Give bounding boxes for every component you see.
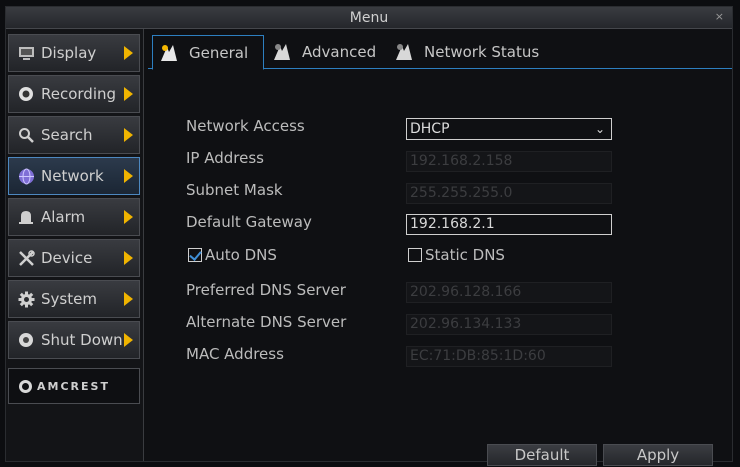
sidebar-item-label: Network	[41, 167, 104, 185]
tab-general-icon	[159, 43, 179, 63]
logo-ring-icon	[19, 379, 32, 393]
mac-address-label: MAC Address	[186, 345, 284, 363]
chevron-right-icon	[124, 210, 133, 224]
chevron-down-icon: ⌄	[594, 122, 605, 136]
title-bar: Menu ×	[6, 7, 732, 29]
sidebar-item-search[interactable]: Search	[8, 116, 140, 154]
tab-bar: General Advanced Network Status	[148, 31, 732, 70]
tab-label: Advanced	[302, 43, 377, 61]
tab-label: Network Status	[424, 43, 540, 61]
tab-general[interactable]: General	[152, 35, 264, 70]
default-gateway-field[interactable]: 192.168.2.1	[406, 214, 612, 235]
sidebar-item-label: Recording	[41, 85, 117, 103]
tab-network-status[interactable]: Network Status	[388, 35, 547, 69]
sidebar-item-alarm[interactable]: Alarm	[8, 198, 140, 236]
chevron-right-icon	[124, 333, 133, 347]
static-dns-label: Static DNS	[425, 246, 505, 264]
display-icon	[17, 44, 35, 62]
sidebar: Display Recording Search Network Alarm D…	[6, 29, 144, 461]
chevron-right-icon	[124, 46, 133, 60]
auto-dns-checkbox[interactable]: Auto DNS	[188, 246, 277, 264]
subnet-mask-field: 255.255.255.0	[406, 183, 612, 204]
device-icon	[17, 249, 35, 267]
brand-logo: AMCREST	[8, 368, 140, 404]
tab-advanced-icon	[272, 42, 292, 62]
chevron-right-icon	[124, 128, 133, 142]
menu-window: Menu × Display Recording Search Network …	[5, 6, 733, 466]
chevron-right-icon	[124, 251, 133, 265]
preferred-dns-label: Preferred DNS Server	[186, 281, 346, 299]
subnet-mask-label: Subnet Mask	[186, 181, 283, 199]
checkbox-checked-icon	[188, 248, 202, 262]
sidebar-item-system[interactable]: System	[8, 280, 140, 318]
sidebar-item-label: Shut Down	[41, 331, 123, 349]
sidebar-item-label: Device	[41, 249, 93, 267]
gear-icon	[17, 290, 35, 308]
preferred-dns-field: 202.96.128.166	[406, 282, 612, 303]
checkbox-unchecked-icon	[408, 248, 422, 262]
chevron-right-icon	[124, 292, 133, 306]
sidebar-item-label: Search	[41, 126, 93, 144]
window-title: Menu	[349, 10, 389, 26]
close-icon[interactable]: ×	[715, 10, 724, 23]
auto-dns-label: Auto DNS	[205, 246, 277, 264]
static-dns-checkbox[interactable]: Static DNS	[408, 246, 505, 264]
mac-address-field: EC:71:DB:85:1D:60	[406, 346, 612, 367]
search-icon	[17, 126, 35, 144]
default-gateway-label: Default Gateway	[186, 213, 312, 231]
sidebar-item-recording[interactable]: Recording	[8, 75, 140, 113]
chevron-right-icon	[124, 169, 133, 183]
tab-advanced[interactable]: Advanced	[266, 35, 384, 69]
network-access-select[interactable]: DHCP ⌄	[406, 118, 612, 140]
power-icon	[17, 331, 35, 349]
apply-button[interactable]: Apply	[603, 444, 713, 466]
ip-address-field: 192.168.2.158	[406, 151, 612, 172]
network-icon	[17, 167, 35, 185]
tab-label: General	[189, 43, 249, 62]
network-access-label: Network Access	[186, 117, 305, 135]
network-access-value: DHCP	[410, 121, 450, 137]
sidebar-item-network[interactable]: Network	[8, 157, 140, 195]
tab-network-status-icon	[394, 42, 414, 62]
record-icon	[17, 85, 35, 103]
default-button[interactable]: Default	[487, 444, 597, 466]
alarm-icon	[17, 208, 35, 226]
sidebar-item-display[interactable]: Display	[8, 34, 140, 72]
sidebar-item-label: System	[41, 290, 97, 308]
alternate-dns-field: 202.96.134.133	[406, 314, 612, 335]
sidebar-item-device[interactable]: Device	[8, 239, 140, 277]
sidebar-item-label: Display	[41, 44, 97, 62]
sidebar-item-label: Alarm	[41, 208, 86, 226]
chevron-right-icon	[124, 87, 133, 101]
ip-address-label: IP Address	[186, 149, 264, 167]
sidebar-item-shut-down[interactable]: Shut Down	[8, 321, 140, 359]
brand-name: AMCREST	[37, 379, 110, 393]
alternate-dns-label: Alternate DNS Server	[186, 313, 347, 331]
